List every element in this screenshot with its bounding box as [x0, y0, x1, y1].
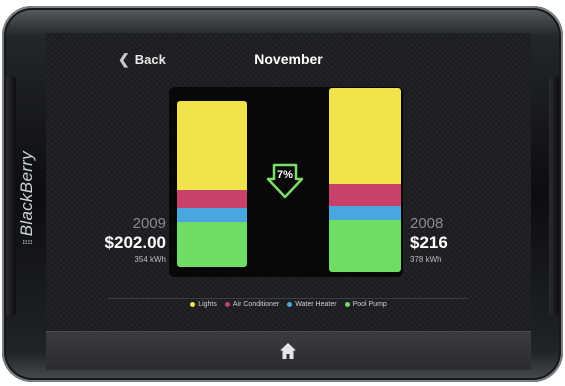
- legend: Lights Air Conditioner Water Heater Pool Pu…: [46, 301, 531, 308]
- bar-segment-lights: [329, 88, 401, 184]
- amount-2009: $202.00: [104, 233, 166, 252]
- top-bar: ❮ Back November: [46, 33, 531, 85]
- bar-2009[interactable]: [177, 101, 247, 267]
- summary-2008: 2008 $216 378 kWh: [410, 215, 490, 267]
- bar-2008[interactable]: [329, 88, 401, 272]
- legend-label: Air Conditioner: [232, 301, 280, 308]
- amount-2008: $216: [410, 233, 448, 252]
- page-title: November: [254, 51, 323, 67]
- legend-swatch: [344, 302, 350, 307]
- kwh-2009: 354 kWh: [134, 255, 166, 264]
- legend-swatch: [287, 302, 293, 307]
- device-brand: ⁞⁞ BlackBerry: [17, 123, 37, 273]
- app-screen: ❮ Back November 7% 2009 $202.00 354 kWh 2…: [46, 33, 531, 370]
- bar-segment-water-heater: [177, 208, 247, 222]
- home-icon: [280, 343, 296, 359]
- home-button[interactable]: [278, 341, 298, 361]
- comparison-badge: 7%: [266, 163, 304, 199]
- device-side-left: [6, 76, 16, 316]
- legend-label: Water Heater: [295, 301, 337, 308]
- brand-mark: ⁞⁞: [21, 240, 35, 245]
- legend-item-lights: Lights: [190, 301, 217, 308]
- bar-segment-pool-pump: [329, 220, 401, 272]
- legend-label: Lights: [198, 301, 217, 308]
- bar-segment-lights: [177, 101, 247, 190]
- bottom-bar: [46, 331, 531, 370]
- legend-label: Pool Pump: [352, 301, 387, 308]
- percent-change: 7%: [277, 169, 293, 181]
- legend-item-air-conditioner: Air Conditioner: [224, 301, 280, 308]
- bar-segment-water-heater: [329, 206, 401, 220]
- summary-2009: 2009 $202.00 354 kWh: [86, 215, 166, 267]
- legend-divider: [108, 298, 468, 299]
- legend-item-pool-pump: Pool Pump: [344, 301, 387, 308]
- year-label-2009: 2009: [132, 215, 166, 232]
- legend-swatch: [224, 302, 230, 307]
- brand-name: BlackBerry: [17, 151, 36, 237]
- bar-segment-air-conditioner: [329, 184, 401, 206]
- bar-segment-air-conditioner: [177, 190, 247, 208]
- year-label-2008: 2008: [410, 215, 444, 232]
- chart-panel: 7%: [169, 87, 403, 277]
- device-side-right: [549, 76, 559, 316]
- legend-swatch: [190, 302, 196, 307]
- kwh-2008: 378 kWh: [410, 255, 442, 264]
- legend-item-water-heater: Water Heater: [287, 301, 337, 308]
- bar-segment-pool-pump: [177, 222, 247, 267]
